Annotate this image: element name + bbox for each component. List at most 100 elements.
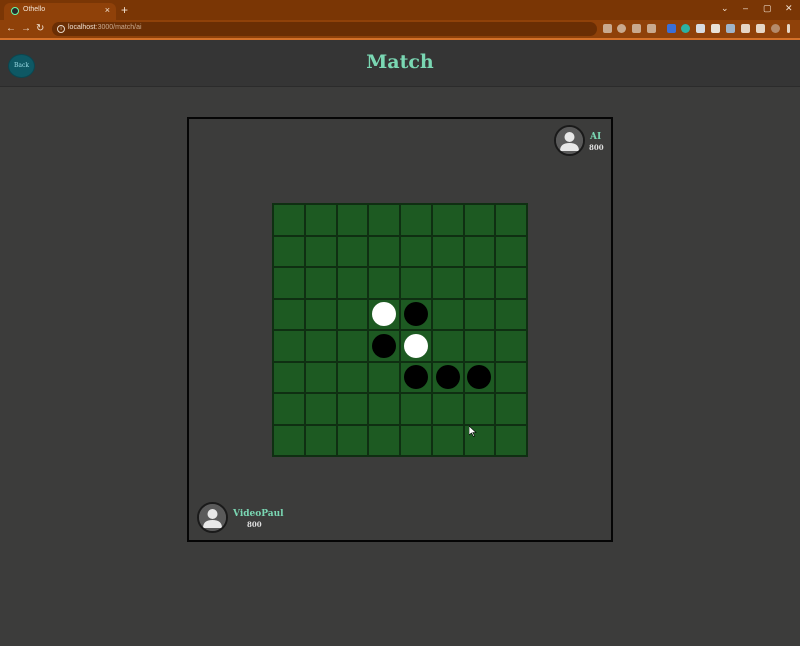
user-avatar-icon <box>554 125 585 156</box>
address-bar[interactable]: i localhost:3000/match/ai <box>52 22 597 36</box>
site-info-icon[interactable]: i <box>57 25 65 33</box>
profile-avatar-icon[interactable] <box>771 24 780 33</box>
opponent-name: AI <box>590 132 602 142</box>
side-panel-icon[interactable] <box>756 24 765 33</box>
board-cell[interactable] <box>431 204 464 236</box>
board-cell[interactable] <box>495 298 527 330</box>
board-cell[interactable] <box>273 424 305 456</box>
board-cell[interactable] <box>368 424 400 456</box>
board-cell[interactable] <box>431 298 464 330</box>
board-cell[interactable] <box>304 393 337 425</box>
opponent-rating: 800 <box>589 143 604 152</box>
board-cell[interactable] <box>368 298 400 330</box>
board-cell[interactable] <box>273 361 305 393</box>
browser-tab-bar: Othello × + ⌄ – ▢ ✕ <box>0 0 800 20</box>
board-cell[interactable] <box>304 330 337 362</box>
board-cell[interactable] <box>495 361 527 393</box>
board-cell[interactable] <box>463 204 496 236</box>
board-cell[interactable] <box>304 267 337 299</box>
minimize-icon[interactable]: – <box>743 3 748 13</box>
board-cell[interactable] <box>304 204 337 236</box>
board-cell[interactable] <box>495 393 527 425</box>
board-cell[interactable] <box>400 298 432 330</box>
extensions-puzzle-icon[interactable] <box>741 24 750 33</box>
board-cell[interactable] <box>495 235 527 267</box>
board-cell[interactable] <box>273 235 305 267</box>
board-cell[interactable] <box>495 424 527 456</box>
board-cell[interactable] <box>336 298 369 330</box>
othello-board <box>272 203 528 457</box>
board-cell[interactable] <box>400 330 432 362</box>
close-window-icon[interactable]: ✕ <box>785 3 793 13</box>
tab-title: Othello <box>23 6 46 13</box>
user-avatar-icon <box>197 502 228 533</box>
board-cell[interactable] <box>336 204 369 236</box>
board-cell[interactable] <box>431 393 464 425</box>
board-cell[interactable] <box>463 267 496 299</box>
forward-arrow-icon[interactable]: → <box>21 23 31 35</box>
board-cell[interactable] <box>400 267 432 299</box>
board-cell[interactable] <box>431 424 464 456</box>
self-name: VideoPaul <box>233 509 284 519</box>
board-cell[interactable] <box>495 330 527 362</box>
board-cell[interactable] <box>431 267 464 299</box>
extension-wave-icon[interactable] <box>726 24 735 33</box>
tab-close-icon[interactable]: × <box>105 5 110 15</box>
board-cell[interactable] <box>400 424 432 456</box>
page-title: Match <box>366 51 434 73</box>
bookmark-star-icon[interactable] <box>647 24 656 33</box>
mouse-cursor-icon <box>469 426 477 437</box>
tab-search-chevron-icon[interactable]: ⌄ <box>721 3 729 13</box>
board-cell[interactable] <box>400 361 432 393</box>
board-cell[interactable] <box>304 235 337 267</box>
extension-box-icon[interactable] <box>696 24 705 33</box>
board-cell[interactable] <box>336 361 369 393</box>
white-disc <box>372 302 397 327</box>
board-cell[interactable] <box>368 267 400 299</box>
board-cell[interactable] <box>304 298 337 330</box>
board-cell[interactable] <box>431 361 464 393</box>
board-cell[interactable] <box>336 330 369 362</box>
board-cell[interactable] <box>400 204 432 236</box>
board-cell[interactable] <box>273 393 305 425</box>
board-cell[interactable] <box>304 424 337 456</box>
menu-kebab-icon[interactable] <box>787 24 790 33</box>
board-cell[interactable] <box>463 393 496 425</box>
board-cell[interactable] <box>495 204 527 236</box>
board-cell[interactable] <box>431 330 464 362</box>
board-cell[interactable] <box>368 330 400 362</box>
maximize-icon[interactable]: ▢ <box>763 3 772 13</box>
board-cell[interactable] <box>368 235 400 267</box>
zoom-icon[interactable] <box>617 24 626 33</box>
board-cell[interactable] <box>273 298 305 330</box>
url-text: localhost:3000/match/ai <box>68 24 142 31</box>
board-cell[interactable] <box>368 204 400 236</box>
board-cell[interactable] <box>400 393 432 425</box>
board-cell[interactable] <box>463 361 496 393</box>
board-cell[interactable] <box>336 424 369 456</box>
extension-shield-icon[interactable] <box>667 24 676 33</box>
browser-tab[interactable]: Othello × <box>4 3 116 20</box>
cast-icon[interactable] <box>603 24 612 33</box>
share-icon[interactable] <box>632 24 641 33</box>
board-cell[interactable] <box>304 361 337 393</box>
board-cell[interactable] <box>273 330 305 362</box>
reload-icon[interactable]: ↻ <box>36 23 44 35</box>
board-cell[interactable] <box>463 330 496 362</box>
board-cell[interactable] <box>273 267 305 299</box>
board-cell[interactable] <box>368 393 400 425</box>
board-cell[interactable] <box>495 267 527 299</box>
board-cell[interactable] <box>368 361 400 393</box>
board-cell[interactable] <box>336 267 369 299</box>
board-cell[interactable] <box>336 235 369 267</box>
extension-circle-icon[interactable] <box>681 24 690 33</box>
board-cell[interactable] <box>431 235 464 267</box>
extension-calendar-icon[interactable] <box>711 24 720 33</box>
board-cell[interactable] <box>336 393 369 425</box>
board-cell[interactable] <box>463 298 496 330</box>
board-cell[interactable] <box>463 235 496 267</box>
board-cell[interactable] <box>273 204 305 236</box>
board-cell[interactable] <box>400 235 432 267</box>
back-arrow-icon[interactable]: ← <box>6 23 16 35</box>
new-tab-icon[interactable]: + <box>121 3 128 17</box>
